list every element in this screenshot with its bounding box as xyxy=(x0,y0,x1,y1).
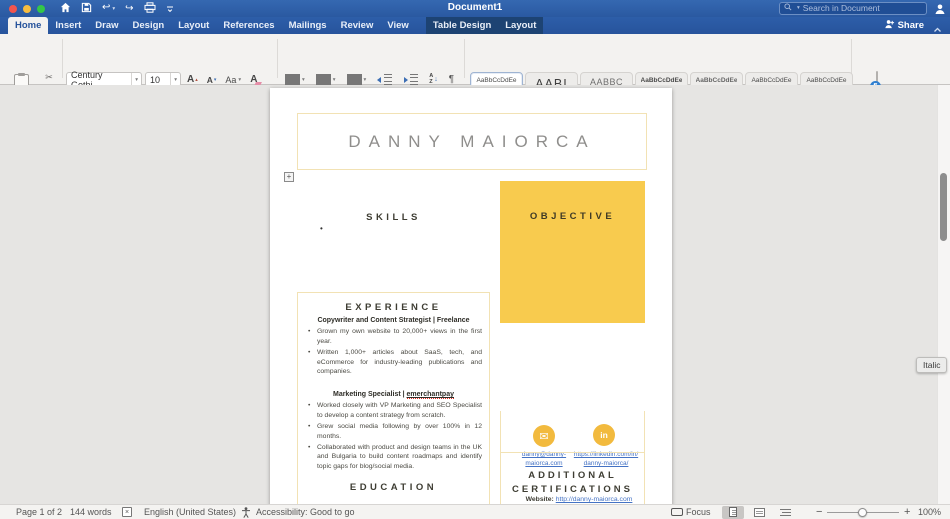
experience-section[interactable]: EXPERIENCE Copywriter and Content Strate… xyxy=(297,292,490,504)
tab-references[interactable]: References xyxy=(216,17,281,34)
table-move-handle[interactable]: + xyxy=(284,172,294,182)
zoom-slider[interactable] xyxy=(827,505,899,519)
italic-tooltip: Italic xyxy=(916,357,948,373)
save-icon[interactable] xyxy=(81,0,92,18)
skills-heading: SKILLS xyxy=(366,212,421,223)
vertical-scrollbar[interactable] xyxy=(937,85,950,504)
zoom-level[interactable]: 100% xyxy=(918,505,941,519)
tab-insert[interactable]: Insert xyxy=(48,17,88,34)
language-indicator[interactable]: English (United States) xyxy=(144,505,236,519)
job1-bullets: Grown my own website to 20,000+ views in… xyxy=(308,327,482,377)
ribbon: Paste ✂ Century Gothi... ▾ 10 ▾ xyxy=(0,34,950,111)
outdent-icon xyxy=(377,74,393,85)
skills-bullet: • xyxy=(320,224,323,233)
zoom-out-button[interactable]: − xyxy=(816,505,822,519)
tab-table-layout[interactable]: Layout xyxy=(498,17,544,34)
email-icon: ✉ xyxy=(533,425,555,447)
title-bar: ↩ ▾ ↪ Document1 ▾ Search in Document xyxy=(0,0,950,17)
tab-table-design[interactable]: Table Design xyxy=(425,17,499,34)
outline-view-button[interactable] xyxy=(774,506,796,519)
bullet-list-icon xyxy=(285,74,300,85)
tab-home[interactable]: Home xyxy=(8,17,49,34)
education-heading: EDUCATION xyxy=(349,482,438,494)
home-icon[interactable] xyxy=(60,0,71,18)
list-item: Grew social media following by over 100%… xyxy=(308,422,482,442)
print-layout-view-button[interactable] xyxy=(722,505,744,519)
quick-access-toolbar: ↩ ▾ ↪ xyxy=(60,1,174,16)
web-layout-view-button[interactable] xyxy=(748,506,770,519)
focus-icon xyxy=(671,508,683,516)
share-person-icon xyxy=(884,19,895,32)
group-separator xyxy=(277,39,278,78)
job1-title: Copywriter and Content Strategist | Free… xyxy=(317,317,470,324)
list-item: Written 1,000+ articles about SaaS, tech… xyxy=(308,348,482,378)
objective-block[interactable]: OBJECTIVE xyxy=(500,181,645,323)
undo-icon[interactable]: ↩ ▾ xyxy=(102,0,115,17)
share-button[interactable]: Share xyxy=(884,17,924,34)
qat-more-icon[interactable] xyxy=(166,0,174,18)
objective-heading: OBJECTIVE xyxy=(529,211,616,222)
redo-icon[interactable]: ↪ xyxy=(125,1,133,16)
resume-name-box[interactable]: DANNY MAIORCA xyxy=(297,113,647,170)
spellcheck-icon[interactable]: × xyxy=(122,505,132,519)
document-page[interactable]: DANNY MAIORCA + SKILLS • OBJECTIVE EXPER… xyxy=(270,88,672,504)
numbered-list-icon xyxy=(315,74,331,85)
word-count[interactable]: 144 words xyxy=(70,505,112,519)
tab-layout[interactable]: Layout xyxy=(171,17,216,34)
search-icon xyxy=(784,3,792,13)
accessibility-status[interactable]: Accessibility: Good to go xyxy=(256,505,355,519)
job2-bullets: Worked closely with VP Marketing and SEO… xyxy=(308,401,482,472)
search-input[interactable]: ▾ Search in Document xyxy=(779,2,927,15)
group-separator xyxy=(464,39,465,78)
scrollbar-thumb[interactable] xyxy=(940,173,947,241)
search-scope-dropdown-icon[interactable]: ▾ xyxy=(797,5,800,11)
certifications-section[interactable]: ADDITIONAL CERTIFICATIONS xyxy=(500,452,645,504)
tab-review[interactable]: Review xyxy=(334,17,381,34)
zoom-window-button[interactable] xyxy=(37,4,45,13)
group-separator xyxy=(62,39,63,78)
minimize-window-button[interactable] xyxy=(23,4,31,13)
job2-title: Marketing Specialist | emerchantpay xyxy=(332,391,454,400)
resume-name: DANNY MAIORCA xyxy=(348,131,596,151)
tab-design[interactable]: Design xyxy=(126,17,172,34)
web-layout-icon xyxy=(753,507,765,517)
app-window: ↩ ▾ ↪ Document1 ▾ Search in Document Home… xyxy=(0,0,950,519)
ribbon-tabs: Home Insert Draw Design Layout Reference… xyxy=(0,17,950,34)
close-window-button[interactable] xyxy=(9,4,17,13)
list-item: Grown my own website to 20,000+ views in… xyxy=(308,327,482,347)
zoom-in-button[interactable]: + xyxy=(904,505,910,519)
tab-view[interactable]: View xyxy=(380,17,415,34)
experience-heading: EXPERIENCE xyxy=(345,302,442,313)
focus-toggle[interactable]: Focus xyxy=(671,505,711,519)
print-icon[interactable] xyxy=(144,0,156,18)
window-controls xyxy=(9,4,45,13)
multilevel-list-icon xyxy=(346,74,362,85)
linkedin-icon: in xyxy=(593,424,615,446)
accessibility-icon xyxy=(241,505,251,519)
view-switcher xyxy=(722,505,796,519)
certifications-heading: ADDITIONAL CERTIFICATIONS xyxy=(512,470,633,496)
zoom-slider-thumb[interactable] xyxy=(858,507,867,517)
outline-view-icon xyxy=(779,507,791,517)
status-bar: Page 1 of 2 144 words × English (United … xyxy=(0,504,950,519)
document-canvas: DANNY MAIORCA + SKILLS • OBJECTIVE EXPER… xyxy=(0,85,950,504)
indent-icon xyxy=(403,74,419,85)
list-item: Collaborated with product and design tea… xyxy=(308,443,482,473)
list-item: Worked closely with VP Marketing and SEO… xyxy=(308,401,482,421)
page-count[interactable]: Page 1 of 2 xyxy=(16,505,62,519)
tab-mailings[interactable]: Mailings xyxy=(282,17,334,34)
company-link[interactable]: emerchantpay xyxy=(406,391,454,400)
print-layout-icon xyxy=(729,507,737,517)
search-placeholder: Search in Document xyxy=(802,3,880,14)
tab-draw[interactable]: Draw xyxy=(88,17,125,34)
cut-icon[interactable]: ✂ xyxy=(45,73,53,82)
